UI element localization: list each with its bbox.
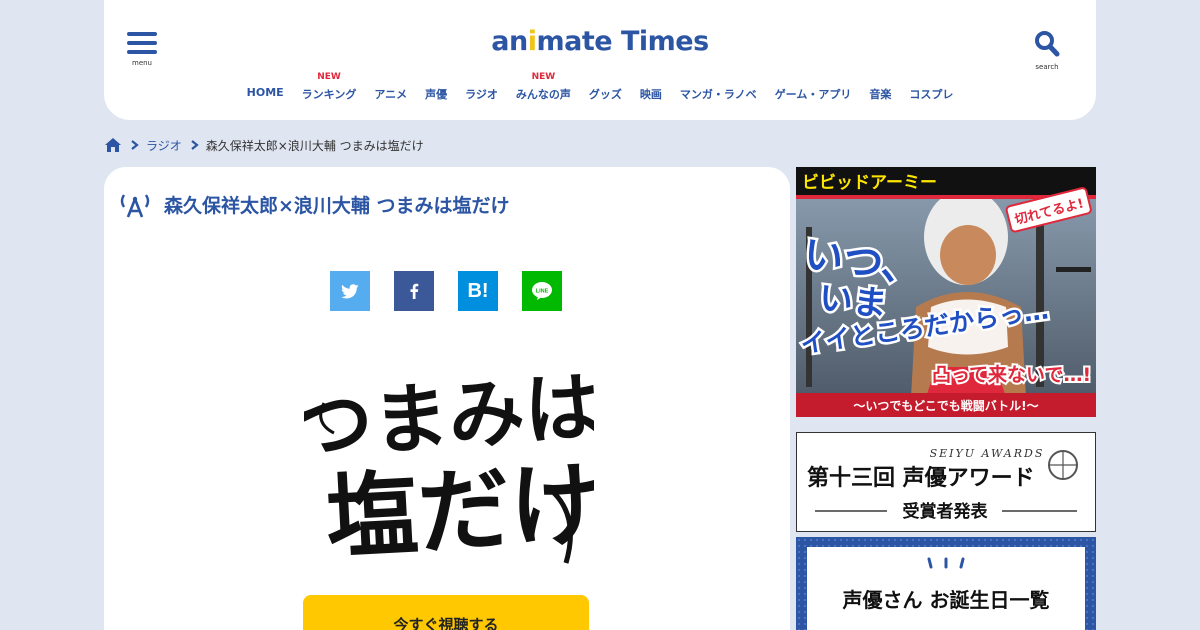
seiyu-awards-banner[interactable]: SEIYU AWARDS 第十三回 声優アワード 受賞者発表 xyxy=(796,432,1096,532)
facebook-share-button[interactable] xyxy=(394,271,434,311)
nav-item-cosplay[interactable]: コスプレ xyxy=(900,72,962,102)
logo-text-i: i xyxy=(527,26,537,57)
nav-item-radio[interactable]: ラジオ xyxy=(456,72,507,102)
new-badge: NEW xyxy=(317,72,341,82)
ad1-footer: 〜いつでもどこでも戦闘バトル!〜 xyxy=(853,398,1038,413)
program-logo-line2: 塩だけ xyxy=(323,450,594,572)
hatena-share-button[interactable]: B! xyxy=(458,271,498,311)
program-logo-image: つまみは 塩だけ xyxy=(304,362,594,573)
ad1-line2: いま xyxy=(817,278,889,325)
search-icon xyxy=(1035,31,1060,57)
line-share-button[interactable]: LINE xyxy=(522,271,562,311)
nav-item-label: HOME xyxy=(246,86,284,99)
nav-item-game[interactable]: ゲーム・アプリ xyxy=(766,72,861,102)
radio-icon xyxy=(120,193,150,217)
nav-item-voices[interactable]: NEW みんなの声 xyxy=(507,72,580,102)
nav-item-label: マンガ・ラノベ xyxy=(679,88,757,101)
ad-image: ビビッドアーミー 切れてるよ! いつ、 いま イイところだからっ… 凸って来ない… xyxy=(796,167,1096,417)
sidebar-ad-banner[interactable]: ビビッドアーミー 切れてるよ! いつ、 いま イイところだからっ… 凸って来ない… xyxy=(796,167,1096,417)
site-logo[interactable]: animate Times xyxy=(104,26,1096,57)
facebook-icon xyxy=(410,283,419,299)
birthday-list-banner[interactable]: 声優さん お誕生日一覧 xyxy=(796,537,1096,630)
awards-sub: SEIYU AWARDS xyxy=(930,447,1045,460)
seiyu-awards-image: SEIYU AWARDS 第十三回 声優アワード 受賞者発表 xyxy=(807,447,1078,522)
nav-item-label: ゲーム・アプリ xyxy=(774,88,852,101)
nav-item-label: 音楽 xyxy=(869,88,892,101)
nav-item-label: 声優 xyxy=(425,88,448,101)
nav-item-home[interactable]: HOME xyxy=(238,72,293,102)
breadcrumb: ラジオ 森久保祥太郎×浪川大輔 つまみは塩だけ xyxy=(104,134,424,156)
birthday-title: 声優さん お誕生日一覧 xyxy=(842,588,1050,612)
nav-item-label: みんなの声 xyxy=(515,88,571,101)
line-icon: LINE xyxy=(532,282,552,300)
chevron-right-icon xyxy=(131,140,139,150)
nav-item-label: ランキング xyxy=(301,88,357,101)
twitter-icon xyxy=(341,283,359,298)
nav-item-label: コスプレ xyxy=(909,88,954,101)
breadcrumb-current: 森久保祥太郎×浪川大輔 つまみは塩だけ xyxy=(205,138,424,153)
twitter-share-button[interactable] xyxy=(330,271,370,311)
menu-label: menu xyxy=(132,59,152,67)
nav-item-seiyu[interactable]: 声優 xyxy=(416,72,456,102)
nav-item-movie[interactable]: 映画 xyxy=(631,72,671,102)
birthday-list-image: 声優さん お誕生日一覧 xyxy=(796,537,1096,630)
breadcrumb-radio-link[interactable]: ラジオ xyxy=(146,137,182,154)
line-icon-label: LINE xyxy=(536,289,549,295)
nav-item-ranking[interactable]: NEW ランキング xyxy=(293,72,366,102)
search-button[interactable]: search xyxy=(1032,30,1062,71)
awards-caption: 受賞者発表 xyxy=(903,501,989,522)
chevron-right-icon xyxy=(191,140,199,150)
awards-title: 第十三回 声優アワード xyxy=(807,465,1035,491)
ad1-line4: 凸って来ないで…! xyxy=(932,364,1091,386)
home-icon[interactable] xyxy=(104,137,122,153)
page-title: 森久保祥太郎×浪川大輔 つまみは塩だけ xyxy=(164,195,510,217)
nav-item-label: アニメ xyxy=(374,88,408,101)
nav-item-label: ラジオ xyxy=(465,88,498,101)
nav-item-label: 映画 xyxy=(639,88,662,101)
nav-item-label: グッズ xyxy=(588,88,622,101)
global-nav: HOME NEW ランキング アニメ 声優 ラジオ NEW みんなの声 グッズ 映画… xyxy=(104,72,1096,102)
site-header: menu animate Times search HOME NEW ランキング … xyxy=(104,0,1096,120)
nav-item-goods[interactable]: グッズ xyxy=(580,72,631,102)
nav-item-music[interactable]: 音楽 xyxy=(860,72,900,102)
article-card: 森久保祥太郎×浪川大輔 つまみは塩だけ B! LINE つまみは 塩だけ 今すぐ… xyxy=(104,167,790,630)
logo-text-rest: mate Times xyxy=(536,26,710,57)
search-label: search xyxy=(1035,63,1059,71)
hatena-icon: B! xyxy=(467,279,489,302)
nav-item-manga[interactable]: マンガ・ラノベ xyxy=(671,72,766,102)
ad1-brand: ビビッドアーミー xyxy=(802,173,937,193)
new-badge: NEW xyxy=(531,72,556,82)
article-header: 森久保祥太郎×浪川大輔 つまみは塩だけ xyxy=(120,191,510,218)
nav-item-anime[interactable]: アニメ xyxy=(365,72,416,102)
logo-text-an: an xyxy=(491,26,528,57)
watch-now-button[interactable]: 今すぐ視聴する xyxy=(303,595,589,630)
